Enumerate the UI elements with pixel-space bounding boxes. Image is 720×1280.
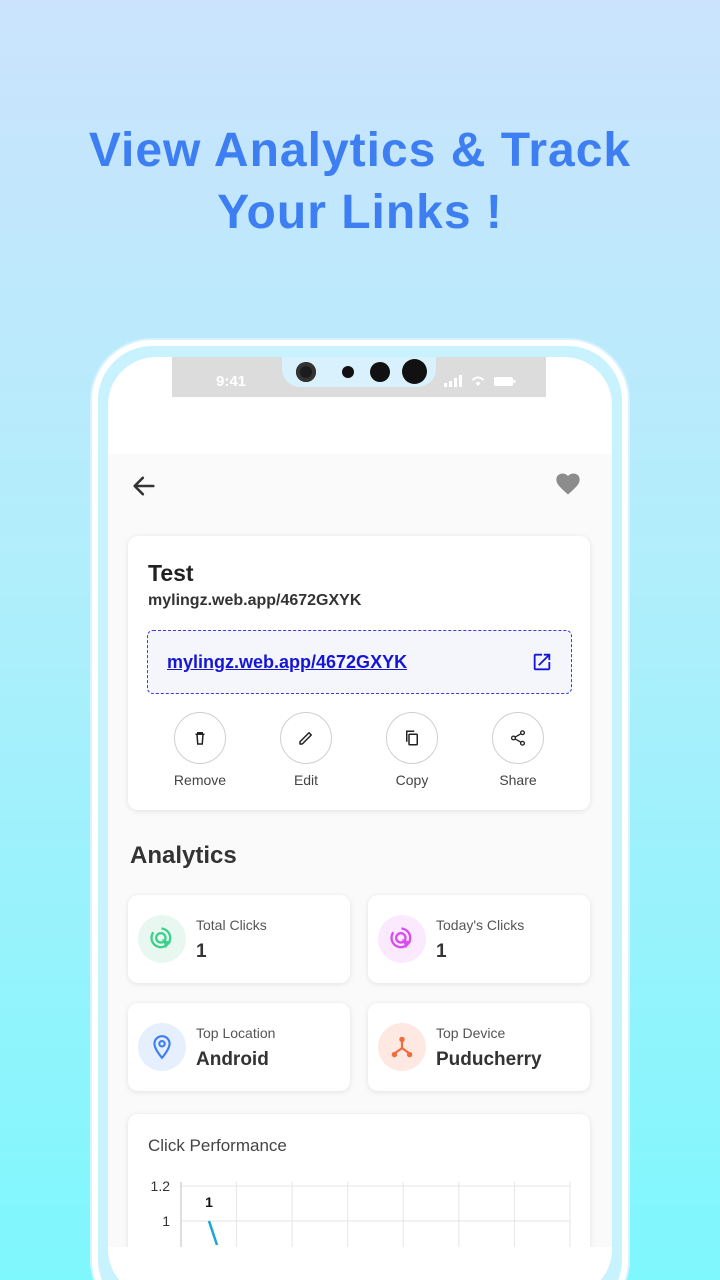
sensor-dot-icon: [342, 366, 354, 378]
copy-button[interactable]: Copy: [367, 712, 457, 788]
stat-value: Android: [196, 1049, 269, 1070]
edit-button[interactable]: Edit: [261, 712, 351, 788]
stat-total-clicks: Total Clicks 1: [128, 895, 350, 983]
stat-title: Today's Clicks: [436, 917, 525, 933]
location-pin-icon: [153, 1035, 171, 1060]
back-arrow-icon[interactable]: [130, 472, 158, 500]
click-icon: [150, 927, 172, 949]
stat-value: Puducherry: [436, 1049, 542, 1070]
share-label: Share: [499, 772, 537, 788]
favorite-heart-icon[interactable]: [554, 470, 582, 498]
y-tick-label: 1: [162, 1213, 170, 1229]
phone-screen: 9:41 Test mylingz.web.app/4672GXYK mylin…: [108, 357, 612, 1280]
camera-dot-icon: [370, 362, 390, 382]
link-title: Test: [148, 560, 194, 586]
click-icon: [390, 927, 412, 949]
stat-title: Top Location: [196, 1025, 276, 1041]
stat-value: 1: [436, 941, 447, 962]
data-label: 1: [205, 1194, 213, 1210]
camera-lens-icon: [296, 362, 316, 382]
remove-button[interactable]: Remove: [155, 712, 245, 788]
chart-title: Click Performance: [148, 1136, 287, 1155]
link-card: Test mylingz.web.app/4672GXYK mylingz.we…: [128, 536, 590, 810]
stat-todays-clicks: Today's Clicks 1: [368, 895, 590, 983]
link-short-url: mylingz.web.app/4672GXYK: [148, 592, 362, 609]
trash-icon: [195, 732, 205, 745]
battery-icon: [494, 377, 516, 386]
copy-label: Copy: [395, 772, 429, 788]
pencil-icon: [299, 732, 312, 745]
headline-line-1: View Analytics & Track: [88, 124, 632, 177]
share-icon: [510, 730, 526, 746]
bottom-bar: [108, 1247, 612, 1280]
status-icons: [444, 375, 516, 387]
share-button[interactable]: Share: [473, 712, 563, 788]
remove-label: Remove: [173, 772, 227, 788]
camera-dot-icon: [402, 359, 427, 384]
analytics-heading: Analytics: [130, 842, 237, 869]
wifi-icon: [471, 376, 485, 386]
camera-notch: [282, 357, 436, 387]
stat-title: Top Device: [436, 1025, 506, 1041]
short-link[interactable]: mylingz.web.app/4672GXYK: [167, 652, 407, 673]
copy-icon: [406, 730, 418, 746]
signal-icon: [444, 375, 462, 387]
stat-title: Total Clicks: [196, 917, 267, 933]
stat-top-location: Top Location Android: [128, 1003, 350, 1091]
headline: View Analytics & Track Your Links !: [0, 120, 720, 244]
app-content: Test mylingz.web.app/4672GXYK mylingz.we…: [108, 454, 612, 1280]
open-external-icon[interactable]: [531, 651, 553, 673]
link-box: mylingz.web.app/4672GXYK: [147, 630, 572, 694]
stat-top-device: Top Device Puducherry: [368, 1003, 590, 1091]
headline-line-2: Your Links !: [217, 186, 503, 239]
stat-value: 1: [196, 941, 207, 962]
status-time: 9:41: [216, 373, 247, 390]
series-line: [207, 1220, 219, 1246]
edit-label: Edit: [293, 772, 319, 788]
device-tree-icon: [391, 1036, 413, 1058]
y-tick-label: 1.2: [151, 1178, 171, 1194]
